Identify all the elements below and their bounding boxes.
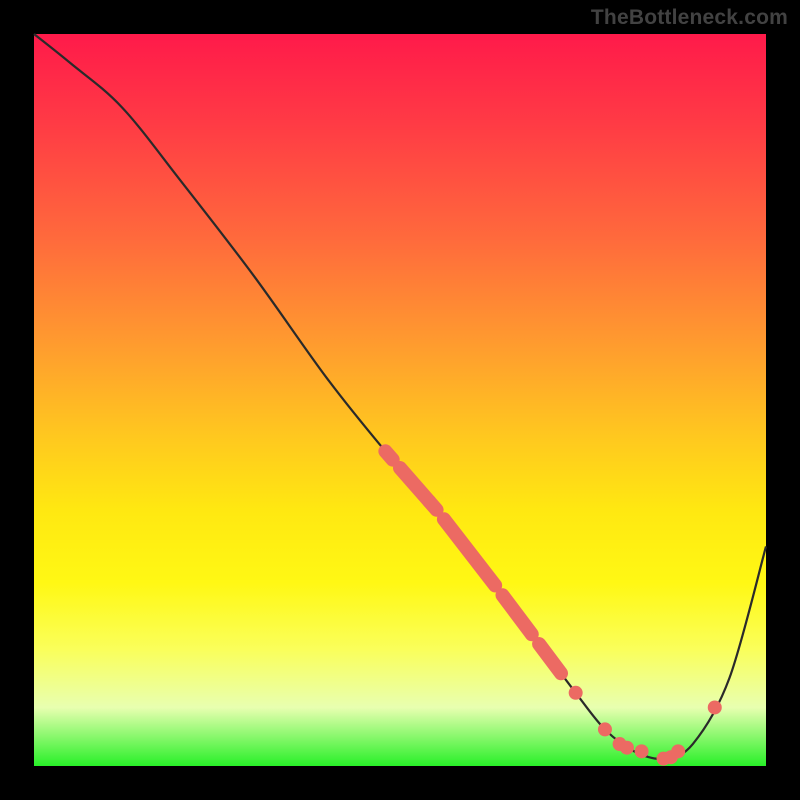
marker-dot xyxy=(708,700,722,714)
marker-segment xyxy=(444,519,495,585)
marker-group xyxy=(385,451,721,765)
marker-segment xyxy=(385,451,392,459)
watermark-text: TheBottleneck.com xyxy=(591,6,788,30)
marker-dot xyxy=(598,722,612,736)
bottleneck-curve xyxy=(34,34,766,759)
marker-dot xyxy=(569,686,583,700)
chart-container: TheBottleneck.com xyxy=(0,0,800,800)
marker-dot xyxy=(671,744,685,758)
chart-svg xyxy=(34,34,766,766)
marker-dot xyxy=(620,741,634,755)
marker-segment xyxy=(429,501,436,509)
marker-dot xyxy=(635,744,649,758)
marker-segment xyxy=(539,644,561,673)
marker-segment xyxy=(502,595,531,634)
